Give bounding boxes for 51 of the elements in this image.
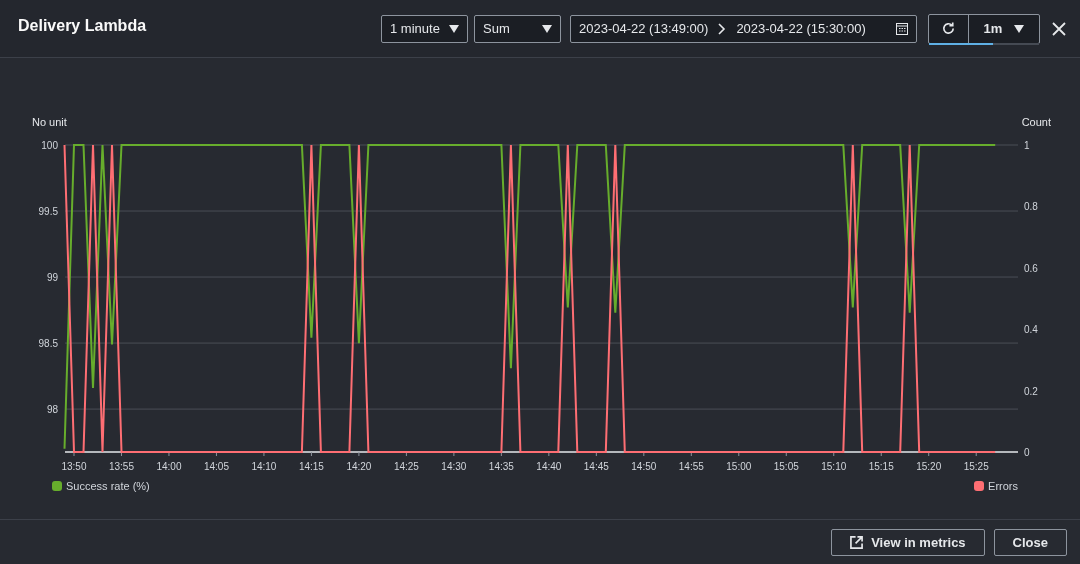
tick-label: 14:45 [583, 461, 609, 472]
axis-label: No unit [32, 116, 67, 128]
tick-label: 0 [1024, 447, 1030, 458]
tick-label: 98.5 [38, 338, 58, 350]
tick-label: 98 [46, 404, 58, 416]
statistic-dropdown[interactable]: Sum [474, 14, 561, 43]
close-icon[interactable] [1052, 21, 1066, 36]
range-end: 2023-04-22 (15:30:00) [736, 21, 866, 36]
view-in-metrics-button[interactable]: View in metrics [831, 528, 985, 556]
tick-label: 15:25 [963, 461, 989, 472]
tick-label: 0.2 [1024, 385, 1038, 397]
tick-label: 1 [1024, 140, 1030, 151]
tick-label: 14:55 [678, 461, 704, 472]
legend-item[interactable]: Success rate (%) [52, 480, 150, 492]
calendar-icon [896, 22, 908, 35]
tick-label: 14:50 [631, 461, 657, 472]
tick-label: 0.8 [1024, 201, 1038, 213]
modal-title: Delivery Lambda [18, 16, 148, 36]
caret-icon [542, 24, 552, 33]
tick-label: 14:00 [156, 461, 182, 472]
legend-item[interactable]: Errors [974, 480, 1018, 492]
tick-label: 15:10 [821, 461, 847, 472]
refresh-icon [941, 21, 956, 36]
period-dropdown[interactable]: 1 minute [381, 14, 468, 43]
caret-icon [449, 24, 459, 33]
tick-label: 14:30 [441, 461, 467, 472]
tick-label: 14:15 [298, 461, 324, 472]
tick-label: 14:40 [536, 461, 562, 472]
tick-label: 13:50 [61, 461, 87, 472]
tick-label: 100 [41, 140, 58, 151]
close-button[interactable]: Close [993, 528, 1067, 556]
tick-label: 14:20 [346, 461, 372, 472]
tick-label: 14:10 [251, 461, 277, 472]
tick-label: 14:25 [393, 461, 419, 472]
external-link-icon [850, 535, 864, 549]
axis-label: Count [1021, 116, 1051, 128]
tick-label: 99.5 [38, 206, 58, 217]
tick-label: 13:55 [108, 461, 134, 472]
tick-label: 15:15 [868, 461, 894, 472]
tick-label: 14:35 [488, 461, 514, 472]
chevron-right-icon [718, 22, 727, 35]
date-range-field[interactable]: 2023-04-22 (13:49:00) 2023-04-22 (15:30:00) [570, 14, 917, 43]
tick-label: 99 [46, 272, 58, 284]
tick-label: 0.4 [1024, 324, 1038, 336]
tick-label: 15:05 [773, 461, 799, 472]
tick-label: 0.6 [1024, 262, 1038, 274]
tick-label: 15:00 [726, 461, 752, 472]
tick-label: 14:05 [203, 461, 229, 472]
caret-icon [1014, 24, 1025, 33]
range-start: 2023-04-22 (13:49:00) [579, 21, 709, 36]
tick-label: 15:20 [916, 461, 942, 472]
